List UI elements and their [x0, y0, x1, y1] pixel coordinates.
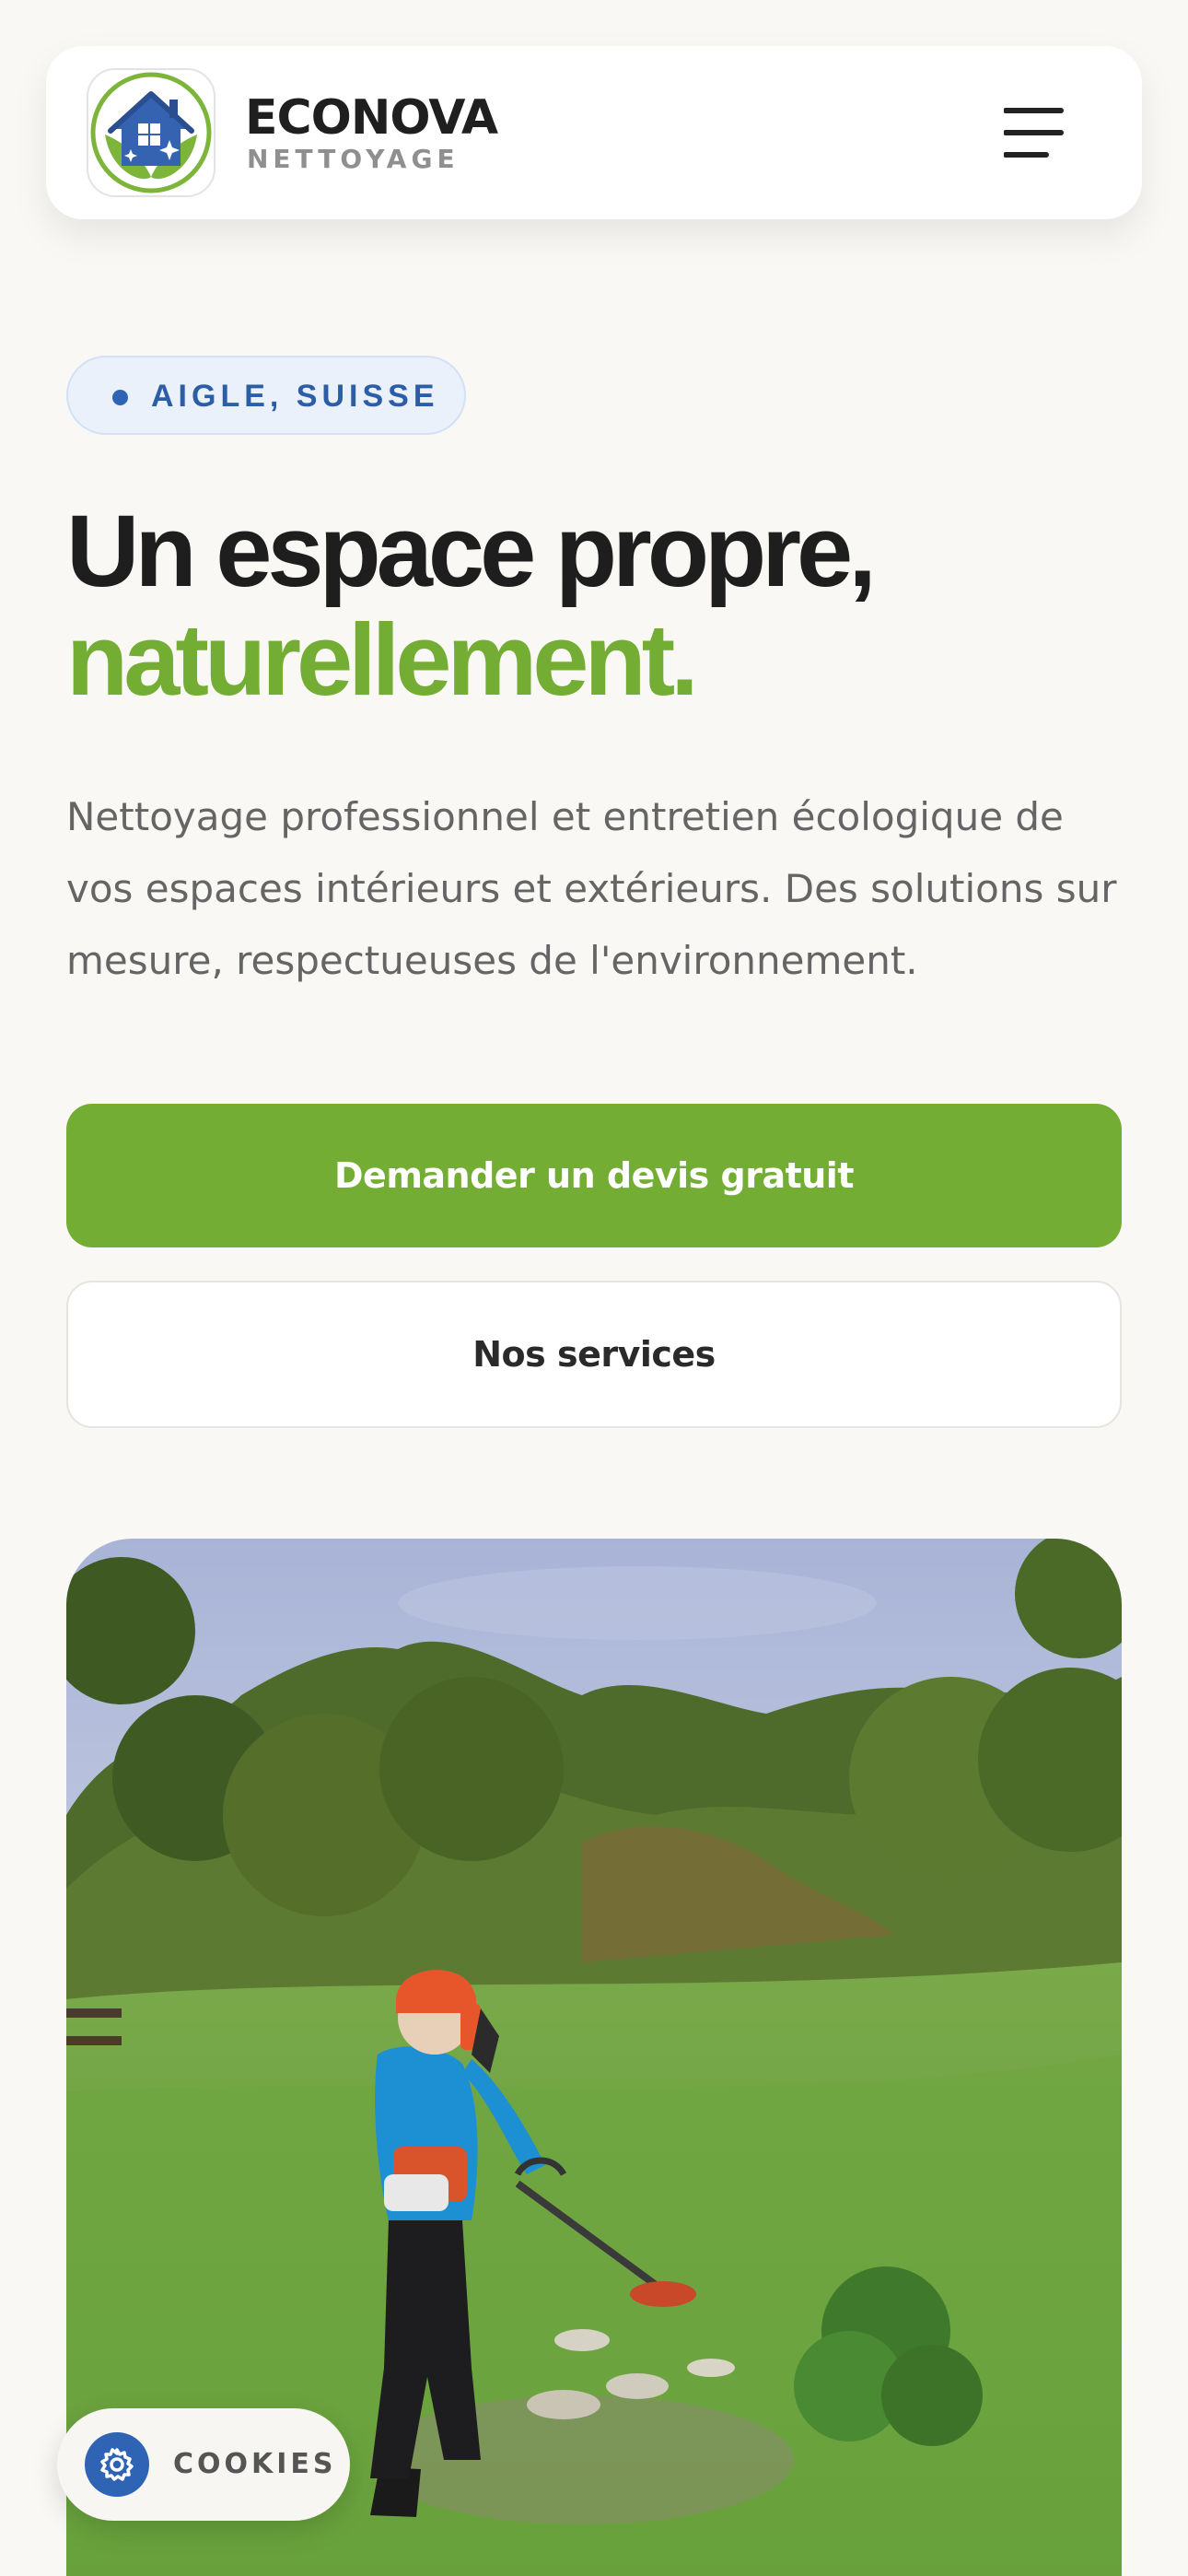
- hero-title-line-1: Un espace propre,: [66, 495, 877, 608]
- request-quote-button[interactable]: Demander un devis gratuit: [66, 1104, 1122, 1247]
- house-leaf-logo-icon[interactable]: [87, 68, 215, 197]
- cookies-button[interactable]: COOKIES: [57, 2408, 350, 2521]
- brand-name[interactable]: ECONOVA: [245, 90, 498, 146]
- cookie-settings-icon: [85, 2432, 149, 2497]
- location-badge-label: AIGLE, SUISSE: [151, 379, 439, 414]
- hamburger-menu-icon[interactable]: [1004, 105, 1100, 160]
- brand-subtitle: NETTOYAGE: [247, 144, 460, 174]
- hero-description: Nettoyage professionnel et entretien éco…: [66, 794, 1117, 983]
- hero-title: Un espace propre, naturellement.: [66, 498, 1153, 715]
- location-dot-icon: [112, 390, 128, 405]
- location-badge: AIGLE, SUISSE: [66, 356, 466, 435]
- cookies-label: COOKIES: [173, 2448, 337, 2480]
- hero-title-line-2: naturellement.: [66, 603, 699, 717]
- site-header: ECONOVA NETTOYAGE: [46, 46, 1142, 219]
- services-button[interactable]: Nos services: [66, 1281, 1122, 1428]
